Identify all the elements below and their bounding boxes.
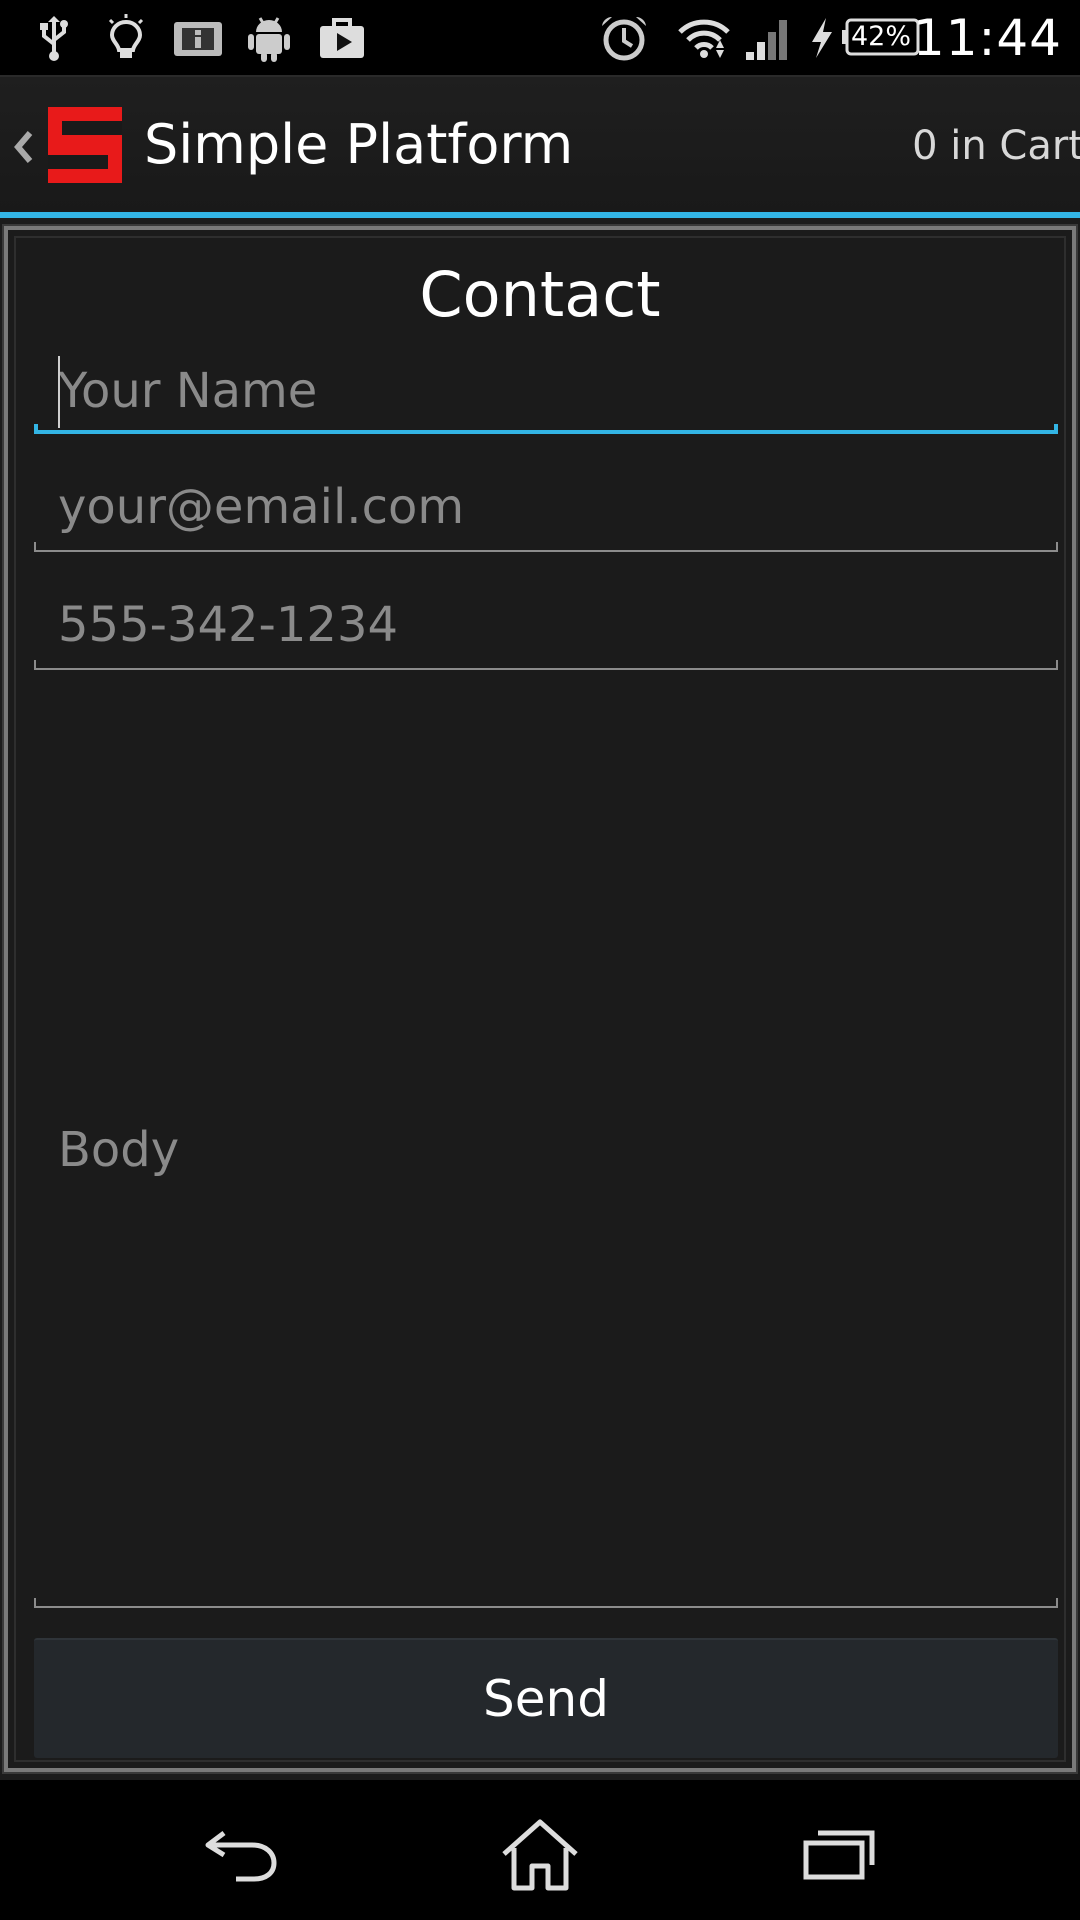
up-caret-icon[interactable]: [10, 127, 36, 167]
action-bar: Simple Platform 0 in Cart: [0, 75, 1080, 212]
contact-frame: Contact Body Send: [2, 224, 1078, 1774]
signal-icon: [744, 14, 792, 62]
clock: 11:44: [912, 9, 1062, 67]
back-button[interactable]: [182, 1810, 302, 1900]
name-underline-left-tick: [34, 424, 38, 434]
body-field-underline: [34, 1606, 1058, 1608]
body-underline-left-tick: [34, 1598, 36, 1608]
status-bar: 42% 11:44: [0, 0, 1080, 75]
name-underline-right-tick: [1054, 424, 1058, 434]
navigation-bar: [0, 1780, 1080, 1920]
battery-percent: 42%: [850, 21, 911, 52]
recents-button[interactable]: [780, 1810, 900, 1900]
recents-icon: [803, 1830, 875, 1880]
name-field[interactable]: [34, 346, 1058, 436]
screen: 42% 11:44 Simple Platform 0 in Cart Cont…: [0, 0, 1080, 1920]
cart-count[interactable]: 0 in Cart: [912, 121, 1080, 171]
body-field[interactable]: [34, 690, 1058, 1710]
email-underline-left-tick: [34, 542, 36, 552]
text-cursor: [58, 356, 60, 428]
home-icon: [502, 1819, 578, 1891]
send-button[interactable]: Send: [34, 1638, 1058, 1758]
app-title: Simple Platform: [144, 113, 574, 176]
phone-field[interactable]: [34, 580, 1058, 670]
info-icon: [172, 14, 224, 62]
phone-underline-left-tick: [34, 660, 36, 670]
email-field-underline: [34, 550, 1058, 552]
back-icon: [205, 1831, 277, 1882]
home-button[interactable]: [480, 1810, 600, 1900]
body-underline-right-tick: [1056, 1598, 1058, 1608]
wifi-icon: [676, 14, 732, 62]
briefcase-play-icon: [318, 14, 366, 62]
lightbulb-icon: [106, 14, 146, 62]
app-logo[interactable]: [48, 107, 122, 183]
usb-icon: [34, 14, 74, 62]
page-title: Contact: [419, 258, 661, 331]
charging-bolt-icon: [806, 14, 836, 62]
android-icon: [246, 14, 292, 62]
email-underline-right-tick: [1056, 542, 1058, 552]
email-field[interactable]: [34, 462, 1058, 552]
name-field-underline: [34, 430, 1058, 434]
phone-underline-right-tick: [1056, 660, 1058, 670]
alarm-icon: [598, 14, 650, 62]
contact-content: Contact Body Send: [0, 218, 1080, 1780]
phone-field-underline: [34, 668, 1058, 670]
